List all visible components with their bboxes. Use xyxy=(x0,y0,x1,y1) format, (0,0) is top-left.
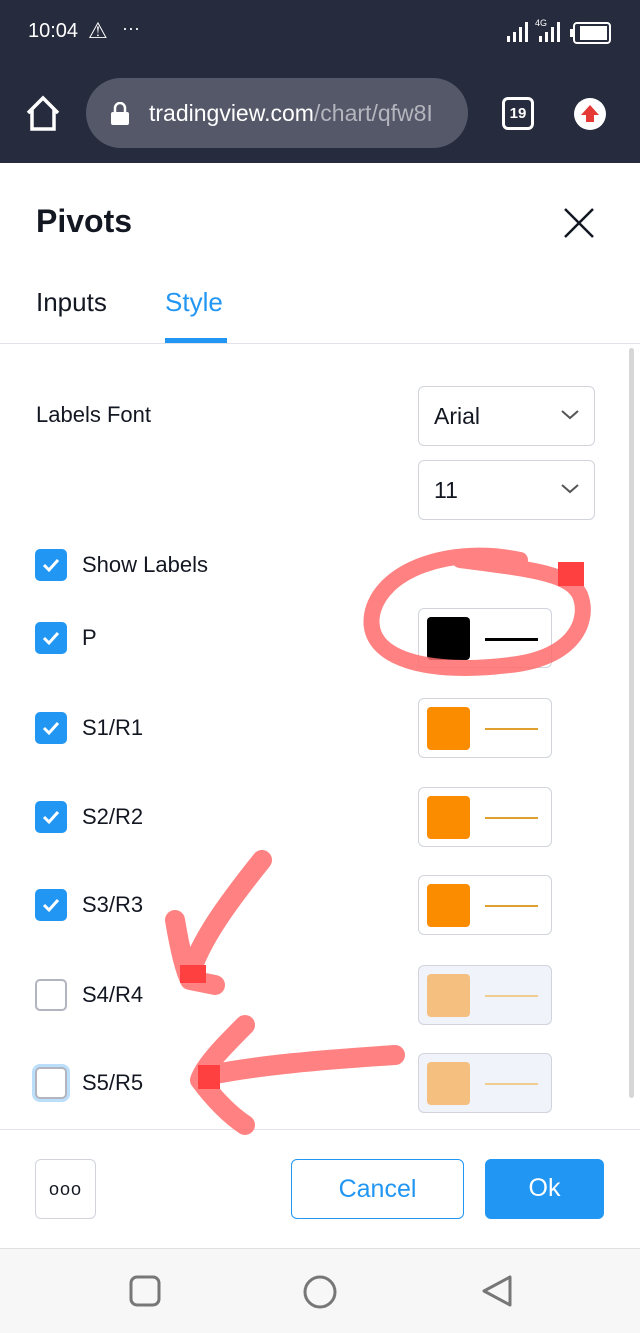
checkbox-s5-r5[interactable] xyxy=(35,1067,67,1099)
update-icon[interactable] xyxy=(573,97,607,131)
home-nav-icon[interactable] xyxy=(302,1274,338,1310)
color-line-picker-s2-r2[interactable] xyxy=(418,787,552,847)
color-swatch xyxy=(427,707,470,750)
check-icon xyxy=(42,810,60,825)
color-line-picker-s4-r4[interactable] xyxy=(418,965,552,1025)
divider xyxy=(0,343,640,344)
dialog-title: Pivots xyxy=(36,203,133,239)
label-s5-r5: S5/R5 xyxy=(82,1070,144,1095)
check-icon xyxy=(42,558,60,573)
url-domain: tradingview.com xyxy=(149,100,314,126)
checkbox-s4-r4[interactable] xyxy=(35,979,67,1011)
line-style-preview xyxy=(485,995,538,997)
lock-icon xyxy=(111,102,129,125)
checkbox-p[interactable] xyxy=(35,622,67,654)
label-s2-r2: S2/R2 xyxy=(82,804,144,829)
color-swatch xyxy=(427,974,470,1017)
divider xyxy=(0,1129,640,1130)
recents-icon[interactable] xyxy=(128,1274,162,1308)
url-path: /chart/qfw8I xyxy=(313,100,433,126)
warning-icon: ⚠ xyxy=(88,18,108,43)
more-notifications-icon: ··· xyxy=(122,18,140,38)
scrollbar[interactable] xyxy=(629,348,634,1098)
label-show-labels: Show Labels xyxy=(82,552,208,577)
font-size-value: 11 xyxy=(434,477,458,503)
color-swatch xyxy=(427,617,470,660)
label-p: P xyxy=(82,625,97,650)
tab-inputs[interactable]: Inputs xyxy=(36,287,107,318)
color-line-picker-s5-r5[interactable] xyxy=(418,1053,552,1113)
android-nav-bar xyxy=(0,1248,640,1333)
checkbox-s2-r2[interactable] xyxy=(35,801,67,833)
url-bar[interactable]: tradingview.com/chart/qfw8I xyxy=(86,78,468,148)
status-time: 10:04 xyxy=(28,20,79,42)
home-icon[interactable] xyxy=(24,95,62,133)
cancel-button[interactable]: Cancel xyxy=(291,1159,464,1219)
label-s3-r3: S3/R3 xyxy=(82,892,144,917)
checkbox-s1-r1[interactable] xyxy=(35,712,67,744)
line-style-preview xyxy=(485,817,538,819)
check-icon xyxy=(42,721,60,736)
color-swatch xyxy=(427,796,470,839)
color-swatch xyxy=(427,1062,470,1105)
checkbox-show-labels[interactable] xyxy=(35,549,67,581)
color-swatch xyxy=(427,884,470,927)
color-line-picker-s1-r1[interactable] xyxy=(418,698,552,758)
more-options-button[interactable]: ooo xyxy=(35,1159,96,1219)
chevron-down-icon xyxy=(561,484,579,494)
font-value: Arial xyxy=(434,403,481,429)
line-style-preview xyxy=(485,638,538,641)
label-s1-r1: S1/R1 xyxy=(82,715,144,740)
signal-icon xyxy=(507,22,560,42)
back-icon[interactable] xyxy=(480,1274,514,1308)
battery-icon xyxy=(570,22,611,44)
line-style-preview xyxy=(485,1083,538,1085)
check-icon xyxy=(42,631,60,646)
tab-style[interactable]: Style xyxy=(165,287,223,318)
checkbox-s3-r3[interactable] xyxy=(35,889,67,921)
annotation-arrow xyxy=(165,850,272,995)
font-size-select[interactable]: 11 xyxy=(418,460,595,520)
line-style-preview xyxy=(485,728,538,730)
check-icon xyxy=(42,898,60,913)
tab-count-button[interactable]: 19 xyxy=(502,97,534,130)
line-style-preview xyxy=(485,905,538,907)
color-line-picker-s3-r3[interactable] xyxy=(418,875,552,935)
color-line-picker-p[interactable] xyxy=(418,608,552,668)
close-icon[interactable] xyxy=(563,207,595,239)
ok-button[interactable]: Ok xyxy=(485,1159,604,1219)
labels-font-label: Labels Font xyxy=(36,402,151,427)
chevron-down-icon xyxy=(561,410,579,420)
label-s4-r4: S4/R4 xyxy=(82,982,144,1007)
browser-chrome: 10:04 ⚠ ··· 4G tradingview.com/chart/qfw… xyxy=(0,0,640,163)
font-family-select[interactable]: Arial xyxy=(418,386,595,446)
annotation-arrow xyxy=(190,1015,405,1135)
